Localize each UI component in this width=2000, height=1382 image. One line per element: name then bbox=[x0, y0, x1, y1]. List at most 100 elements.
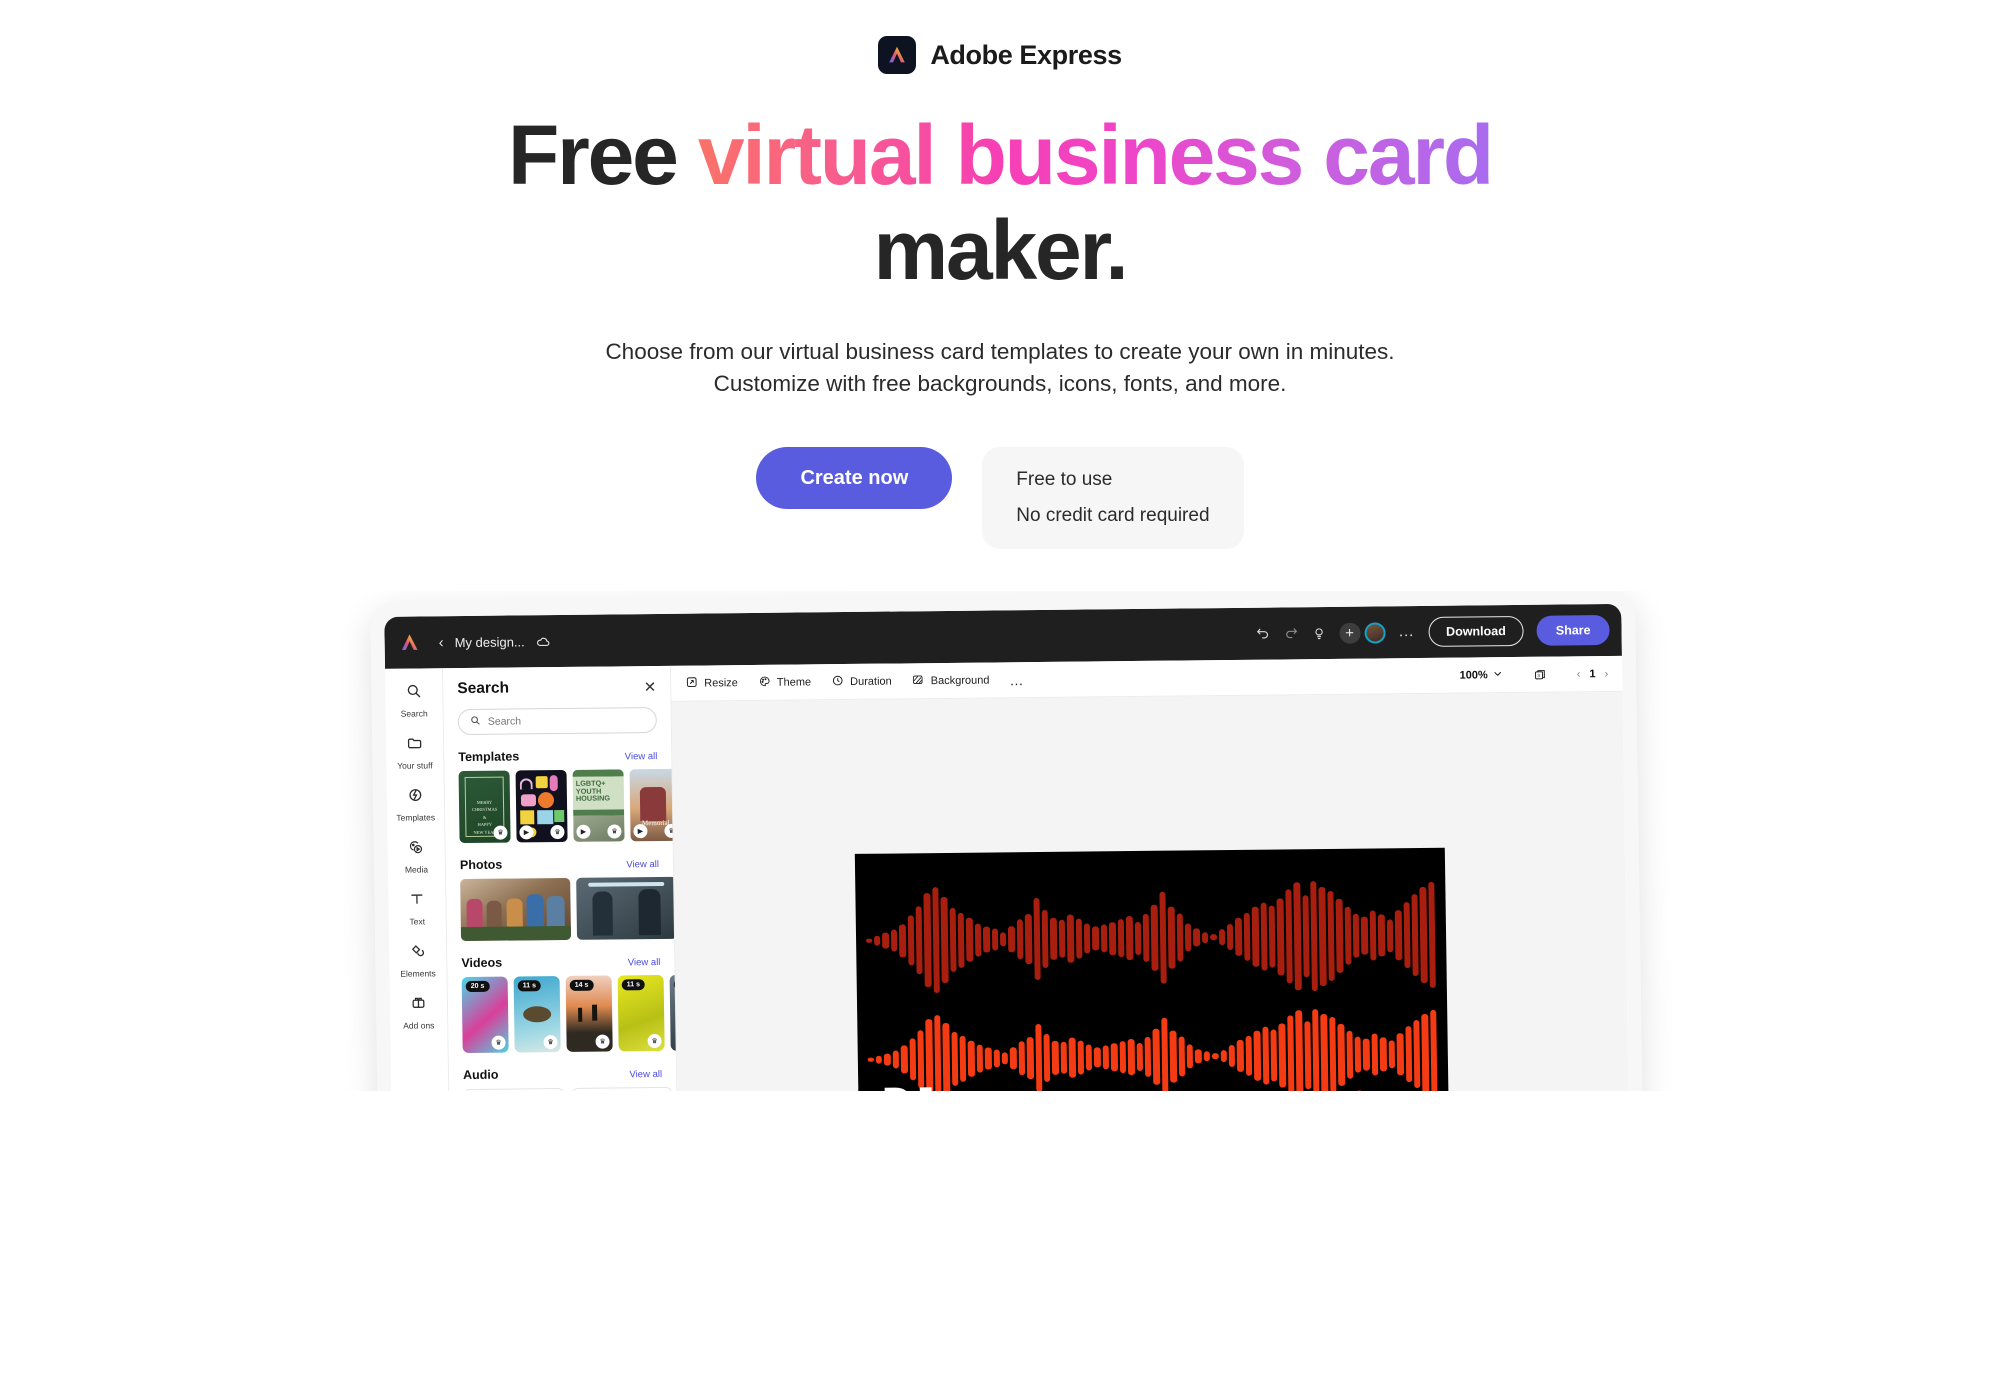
waveform-bar bbox=[1117, 919, 1125, 957]
sidebar-item-label: Search bbox=[400, 708, 428, 719]
create-now-button[interactable]: Create now bbox=[756, 447, 953, 510]
add-collaborator-plus-icon[interactable]: + bbox=[1338, 622, 1361, 644]
pages-icon[interactable]: 3 bbox=[1533, 667, 1547, 681]
theme-button[interactable]: Theme bbox=[758, 674, 811, 691]
more-horizontal-icon[interactable]: … bbox=[1398, 623, 1415, 641]
section-title: Videos bbox=[461, 955, 503, 971]
videos-row: 20 s ♛ 11 s ♛ 14 s ♛ 11 s ♛ bbox=[461, 974, 682, 1054]
view-all-link[interactable]: View all bbox=[625, 751, 658, 762]
search-input[interactable] bbox=[487, 714, 645, 728]
waveform-bar bbox=[892, 1050, 900, 1069]
next-page-chevron-right-icon[interactable]: › bbox=[1604, 668, 1608, 680]
sidebar-item-add-ons[interactable]: Add ons bbox=[390, 994, 448, 1031]
hero-subtitle: Choose from our virtual business card te… bbox=[560, 336, 1440, 401]
video-thumbnail[interactable]: 20 s ♛ bbox=[461, 976, 509, 1054]
waveform-bar bbox=[1329, 1017, 1337, 1092]
photo-thumbnail[interactable] bbox=[576, 876, 678, 940]
document-title[interactable]: My design... bbox=[455, 634, 525, 650]
brand-bar: Adobe Express bbox=[0, 0, 2000, 74]
play-icon[interactable]: ▶ bbox=[633, 824, 648, 839]
user-avatar[interactable] bbox=[1363, 621, 1386, 644]
waveform-bar bbox=[1159, 891, 1167, 984]
waveform-bar bbox=[1060, 1042, 1068, 1074]
sidebar-item-text[interactable]: Text bbox=[388, 890, 446, 927]
waveform-bar bbox=[1327, 890, 1335, 982]
sidebar-item-media[interactable]: Media bbox=[388, 838, 446, 875]
adobe-express-logo-icon[interactable] bbox=[398, 632, 420, 654]
view-all-link[interactable]: View all bbox=[626, 859, 659, 870]
background-button[interactable]: Background bbox=[912, 672, 990, 689]
sidebar-item-your-stuff[interactable]: Your stuff bbox=[386, 734, 444, 771]
video-thumbnail[interactable]: 11 s ♛ bbox=[513, 976, 561, 1053]
undo-icon[interactable] bbox=[1255, 626, 1270, 641]
waveform-bar bbox=[1136, 1043, 1143, 1071]
waveform-bar bbox=[1100, 924, 1108, 953]
waveform-bar bbox=[1134, 921, 1142, 955]
card-name-text[interactable]: DJ DEKS bbox=[882, 1079, 996, 1092]
play-icon[interactable]: ▶ bbox=[519, 825, 534, 840]
view-all-link[interactable]: View all bbox=[629, 1069, 662, 1080]
waveform-bar bbox=[923, 892, 932, 988]
waveform-bar bbox=[966, 917, 974, 962]
design-canvas[interactable]: DJ DEKS Music Performer www.djdeks.com d… bbox=[671, 691, 1633, 1092]
waveform-bar bbox=[1295, 1010, 1304, 1092]
waveform-bar bbox=[865, 938, 873, 944]
view-all-link[interactable]: View all bbox=[628, 957, 661, 968]
waveform-bar bbox=[1201, 931, 1209, 943]
close-icon[interactable]: ✕ bbox=[644, 679, 657, 696]
sidebar-item-elements[interactable]: Elements bbox=[389, 942, 447, 979]
template-thumbnail[interactable]: LGBTQ+ YOUTH HOUSING ▶ ♛ bbox=[572, 769, 625, 842]
audio-track-card[interactable]: We ar... Brass, C... 4:20 bbox=[463, 1088, 565, 1092]
waveform-bar bbox=[1310, 881, 1319, 992]
clock-icon bbox=[831, 674, 844, 690]
waveform-bar bbox=[1428, 882, 1436, 988]
waveform-bar bbox=[1184, 923, 1192, 952]
waveform-bar bbox=[1337, 1023, 1345, 1087]
waveform-bar bbox=[1160, 1018, 1169, 1092]
search-icon bbox=[405, 683, 422, 705]
waveform-bar bbox=[1413, 1020, 1421, 1089]
audio-track-card[interactable]: King ... Earth, C... 2:15 bbox=[571, 1086, 673, 1092]
waveform-bar bbox=[1352, 913, 1360, 958]
share-button[interactable]: Share bbox=[1536, 615, 1610, 646]
brand-name: Adobe Express bbox=[930, 39, 1122, 70]
waveform-bar bbox=[1176, 913, 1184, 962]
video-thumbnail[interactable]: 11 s ♛ bbox=[617, 975, 665, 1052]
lightbulb-icon[interactable] bbox=[1311, 626, 1326, 641]
waveform-bar bbox=[1119, 1041, 1127, 1073]
zoom-control[interactable]: 100% bbox=[1459, 666, 1502, 684]
headline-part-2: maker. bbox=[873, 202, 1128, 297]
redo-icon[interactable] bbox=[1283, 626, 1298, 641]
waveform-bar bbox=[1251, 907, 1260, 967]
waveform-bar bbox=[1077, 1041, 1085, 1075]
download-button[interactable]: Download bbox=[1427, 615, 1525, 647]
cta-row: Create now Free to use No credit card re… bbox=[200, 447, 1800, 550]
card-contact-block[interactable]: Music Performer www.djdeks.com decks@mus… bbox=[1248, 1087, 1423, 1091]
section-title: Photos bbox=[459, 857, 503, 873]
back-chevron-left-icon[interactable]: ‹ bbox=[438, 634, 443, 651]
headline-gradient-text: virtual business card bbox=[697, 108, 1494, 202]
photo-thumbnail[interactable] bbox=[460, 877, 572, 942]
prev-page-chevron-left-icon[interactable]: ‹ bbox=[1577, 668, 1581, 680]
sidebar-item-search[interactable]: Search bbox=[385, 682, 443, 719]
resize-button[interactable]: Resize bbox=[685, 675, 738, 692]
waveform-bar bbox=[1218, 929, 1226, 945]
waveform-bar bbox=[1419, 886, 1428, 984]
waveform-bar bbox=[1186, 1044, 1194, 1069]
media-icon bbox=[408, 839, 425, 861]
video-thumbnail[interactable]: 14 s ♛ bbox=[565, 975, 613, 1053]
audio-row: We ar... Brass, C... 4:20 King ... Earth… bbox=[463, 1086, 677, 1092]
addons-icon bbox=[410, 994, 427, 1016]
waveform-bar bbox=[1260, 902, 1268, 971]
premium-crown-icon: ♛ bbox=[493, 825, 508, 840]
sidebar-item-templates[interactable]: Templates bbox=[387, 786, 445, 823]
business-card-design[interactable]: DJ DEKS Music Performer www.djdeks.com d… bbox=[854, 847, 1450, 1092]
template-thumbnail[interactable]: MERRY CHRISTMAS & HAPPY NEW YEAR ♛ bbox=[458, 770, 511, 844]
waveform-bar bbox=[1041, 910, 1049, 968]
waveform-bar bbox=[1371, 1033, 1379, 1076]
duration-button[interactable]: Duration bbox=[831, 673, 892, 690]
template-thumbnail[interactable]: ▶ ♛ bbox=[515, 770, 568, 843]
premium-crown-icon: ♛ bbox=[491, 1035, 506, 1050]
more-horizontal-icon[interactable]: … bbox=[1009, 672, 1024, 688]
search-input-wrapper[interactable] bbox=[457, 707, 657, 736]
